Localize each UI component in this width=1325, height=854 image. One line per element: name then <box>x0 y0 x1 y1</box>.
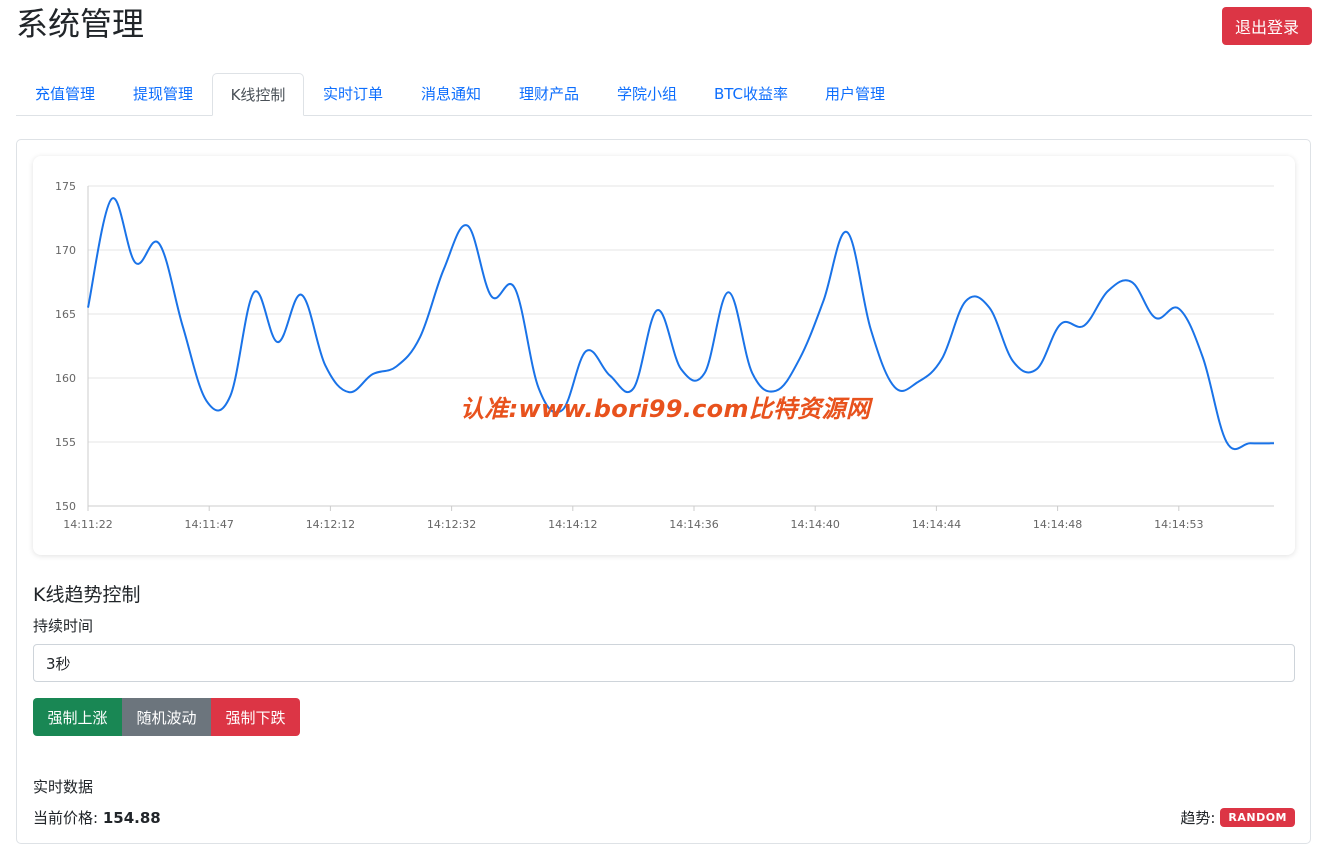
y-tick-label: 165 <box>55 308 76 321</box>
tab-recharge[interactable]: 充值管理 <box>16 73 114 115</box>
x-tick-label: 14:14:36 <box>669 518 718 531</box>
trend-control-title: K线趋势控制 <box>33 584 141 606</box>
tab-academy-groups[interactable]: 学院小组 <box>598 73 696 115</box>
x-tick-label: 14:14:48 <box>1033 518 1082 531</box>
x-tick-label: 14:11:22 <box>63 518 112 531</box>
y-tick-label: 170 <box>55 244 76 257</box>
force-down-button[interactable]: 强制下跌 <box>211 698 300 736</box>
y-tick-label: 155 <box>55 436 76 449</box>
trend-label: 趋势: <box>1180 809 1216 827</box>
current-price-label: 当前价格: <box>33 809 99 827</box>
y-tick-label: 175 <box>55 180 76 193</box>
trend-row: 趋势: RANDOM <box>1180 807 1295 828</box>
x-tick-label: 14:14:53 <box>1154 518 1203 531</box>
duration-input[interactable] <box>33 644 1295 682</box>
y-tick-label: 160 <box>55 372 76 385</box>
tab-notifications[interactable]: 消息通知 <box>402 73 500 115</box>
tab-user-management[interactable]: 用户管理 <box>806 73 904 115</box>
duration-label: 持续时间 <box>33 617 94 635</box>
page-title: 系统管理 <box>16 5 145 43</box>
force-up-button[interactable]: 强制上涨 <box>33 698 122 736</box>
kline-chart: 150 155 160 165 170 175 14:11:22 14:11:47 14:12:… <box>33 156 1295 555</box>
tab-btc-yield[interactable]: BTC收益率 <box>696 73 806 115</box>
trend-button-group: 强制上涨 随机波动 强制下跌 <box>33 698 300 736</box>
tab-kline-control[interactable]: K线控制 <box>212 73 304 116</box>
x-tick-label: 14:14:40 <box>790 518 839 531</box>
x-tick-label: 14:12:12 <box>306 518 355 531</box>
tab-realtime-orders[interactable]: 实时订单 <box>304 73 402 115</box>
x-tick-label: 14:14:12 <box>548 518 597 531</box>
current-price-row: 当前价格: 154.88 <box>33 807 161 828</box>
logout-button[interactable]: 退出登录 <box>1222 7 1312 45</box>
watermark-text: 认准:www.bori99.com比特资源网 <box>460 395 871 423</box>
x-tick-label: 14:14:44 <box>912 518 961 531</box>
tab-bar: 充值管理 提现管理 K线控制 实时订单 消息通知 理财产品 学院小组 BTC收益… <box>16 73 1312 116</box>
current-price-value: 154.88 <box>102 809 161 827</box>
tab-wealth-products[interactable]: 理财产品 <box>500 73 598 115</box>
x-tick-label: 14:11:47 <box>184 518 233 531</box>
y-tick-label: 150 <box>55 500 76 513</box>
random-wave-button[interactable]: 随机波动 <box>122 698 211 736</box>
kline-chart-svg: 150 155 160 165 170 175 14:11:22 14:11:47 14:12:… <box>55 180 1275 531</box>
realtime-data-title: 实时数据 <box>33 778 94 796</box>
tab-withdraw[interactable]: 提现管理 <box>114 73 212 115</box>
x-tick-label: 14:12:32 <box>427 518 476 531</box>
trend-badge: RANDOM <box>1220 808 1295 827</box>
